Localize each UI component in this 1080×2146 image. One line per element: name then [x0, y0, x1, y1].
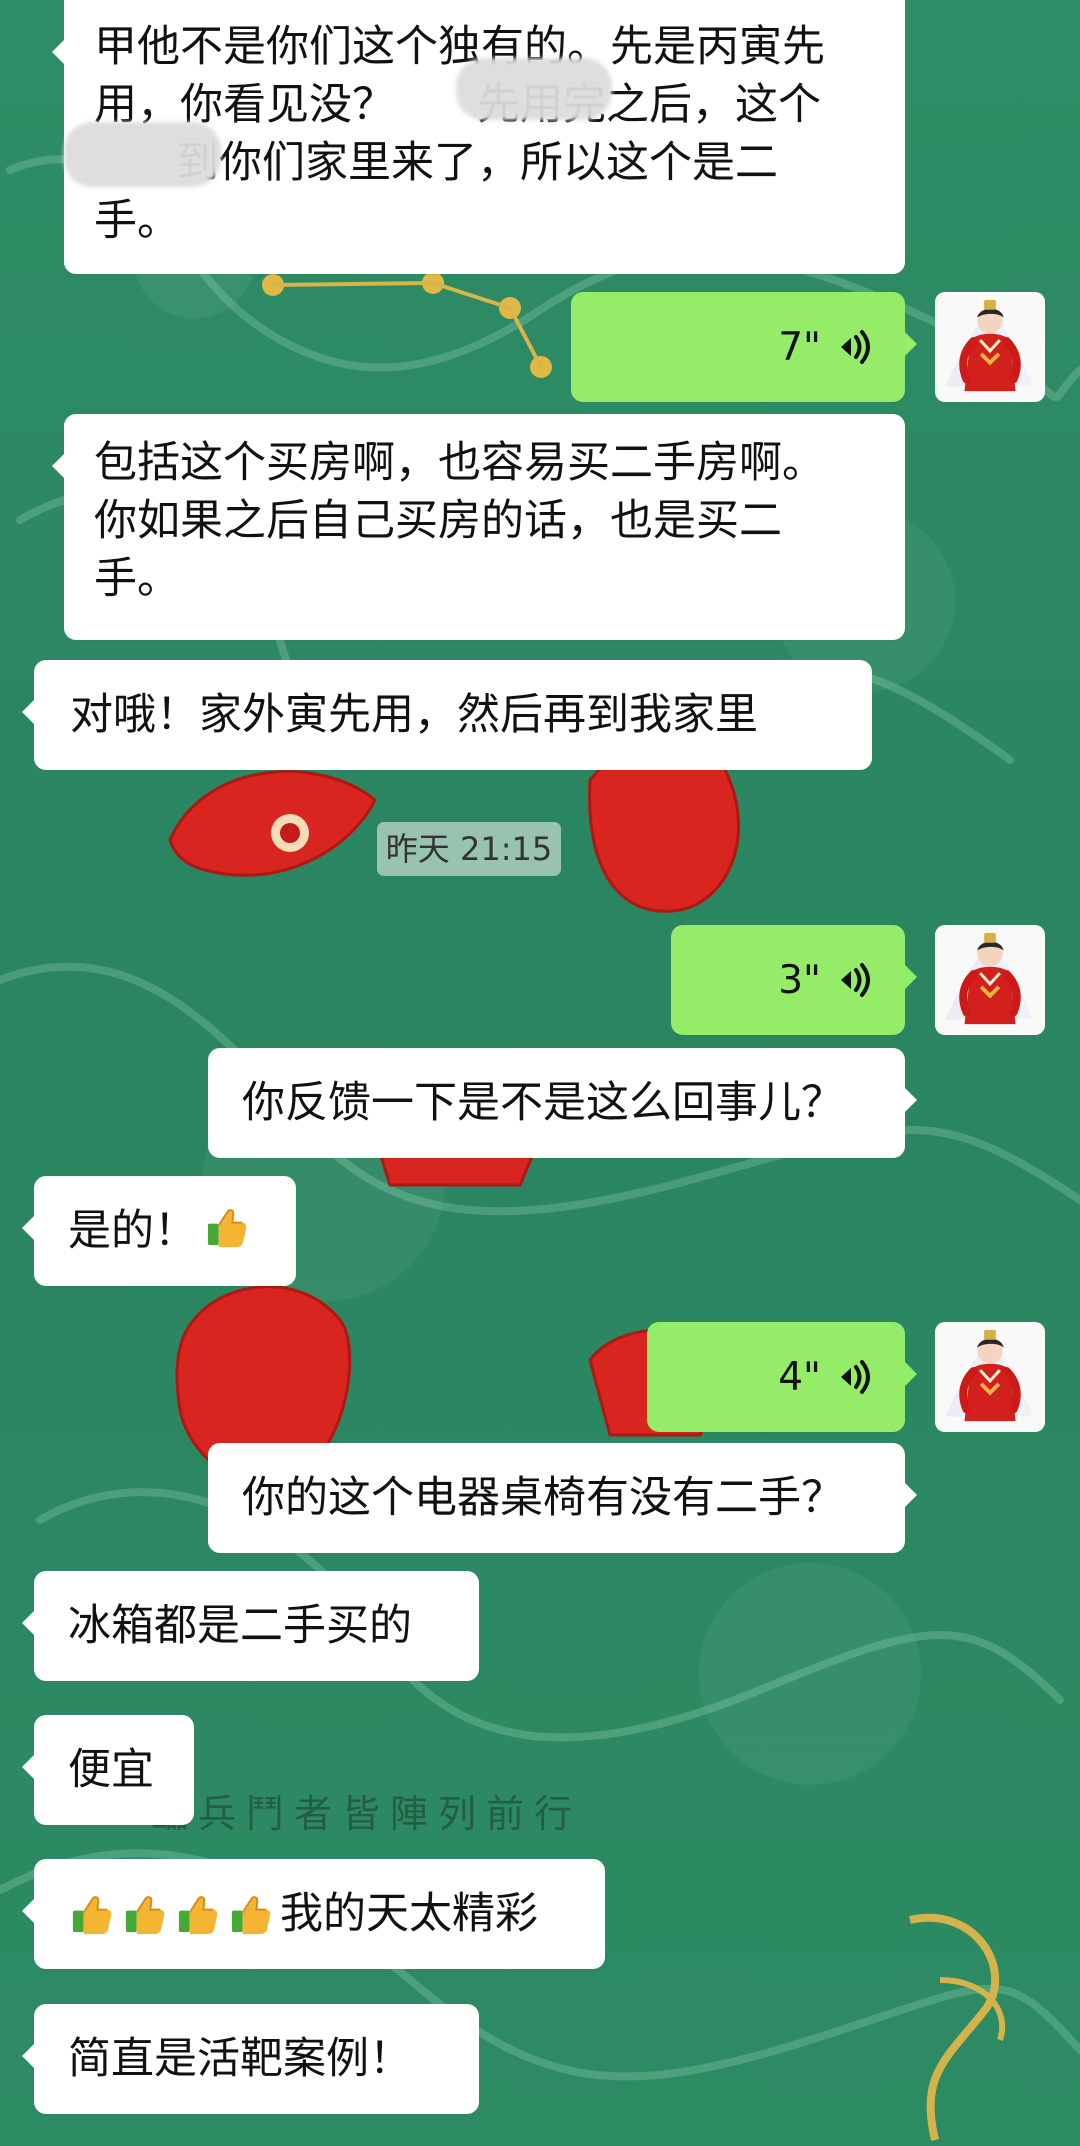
incoming-message-fridge-text: 冰箱都是二手买的 [68, 1601, 412, 1651]
voice-duration-1: 7" [778, 324, 821, 370]
incoming-message-exciting-text: 我的天太精彩 [280, 1889, 538, 1939]
user-avatar-3[interactable] [935, 1322, 1045, 1432]
chat-history: 甲他不是你们这个独有的。先是丙寅先 用，你看见没？ 先用完之后，这个 到你们家里… [0, 0, 1080, 2146]
voice-duration-3: 4" [778, 1354, 821, 1400]
outgoing-message-feedback: 你反馈一下是不是这么回事儿？ [208, 1048, 917, 1158]
user-avatar-2[interactable] [935, 925, 1045, 1035]
avatar-illustration [936, 926, 1044, 1034]
outgoing-message-second-hand: 你的这个电器桌椅有没有二手？ [208, 1443, 917, 1553]
incoming-message-fridge: 冰箱都是二手买的 [22, 1571, 479, 1681]
incoming-message-buy-house: 包括这个买房啊，也容易买二手房啊。 你如果之后自己买房的话，也是买二 手。 [52, 414, 905, 640]
user-avatar-1[interactable] [935, 292, 1045, 402]
outgoing-voice-message-2[interactable]: 3" [671, 925, 917, 1035]
voice-wave-icon [841, 330, 870, 364]
avatar-illustration [936, 293, 1044, 401]
incoming-message-yes-text: 是的！ [68, 1206, 197, 1256]
redacted-name-2 [64, 122, 221, 187]
thumbs-up-icon [125, 1895, 165, 1934]
outgoing-message-second-hand-text: 你的这个电器桌椅有没有二手？ [242, 1473, 844, 1523]
thumbs-up-icon [207, 1209, 247, 1248]
incoming-message-cheap: 便宜 [22, 1715, 194, 1825]
voice-wave-icon [841, 1360, 870, 1394]
incoming-message-home-text: 对哦！家外寅先用，然后再到我家里 [70, 690, 758, 740]
thumbs-up-icon [72, 1895, 112, 1934]
avatar-illustration [936, 1323, 1044, 1431]
incoming-message-home: 对哦！家外寅先用，然后再到我家里 [22, 660, 872, 770]
thumbs-up-icon [231, 1895, 271, 1934]
outgoing-voice-message-3[interactable]: 4" [647, 1322, 917, 1432]
incoming-message-exciting: 我的天太精彩 [22, 1859, 605, 1969]
incoming-message-cheap-text: 便宜 [68, 1745, 154, 1795]
outgoing-message-feedback-text: 你反馈一下是不是这么回事儿？ [242, 1078, 844, 1128]
thumbs-up-message-content: 我的天太精彩 [68, 1885, 571, 1943]
voice-wave-icon [841, 963, 870, 997]
incoming-message-partial: 甲他不是你们这个独有的。先是丙寅先 用，你看见没？ 先用完之后，这个 到你们家里… [52, 0, 905, 274]
thumbs-up-icon [178, 1895, 218, 1934]
incoming-message-buy-house-text: 包括这个买房啊，也容易买二手房啊。 你如果之后自己买房的话，也是买二 手。 [94, 438, 825, 604]
voice-duration-2: 3" [778, 957, 821, 1003]
incoming-message-case-text: 简直是活靶案例！ [68, 2034, 412, 2084]
chat-timestamp: 昨天 21:15 [377, 822, 561, 876]
incoming-message-case: 简直是活靶案例！ [22, 2004, 479, 2114]
incoming-message-yes: 是的！ [22, 1176, 296, 1286]
redacted-name-1 [456, 58, 612, 120]
outgoing-voice-message-1[interactable]: 7" [571, 292, 917, 402]
